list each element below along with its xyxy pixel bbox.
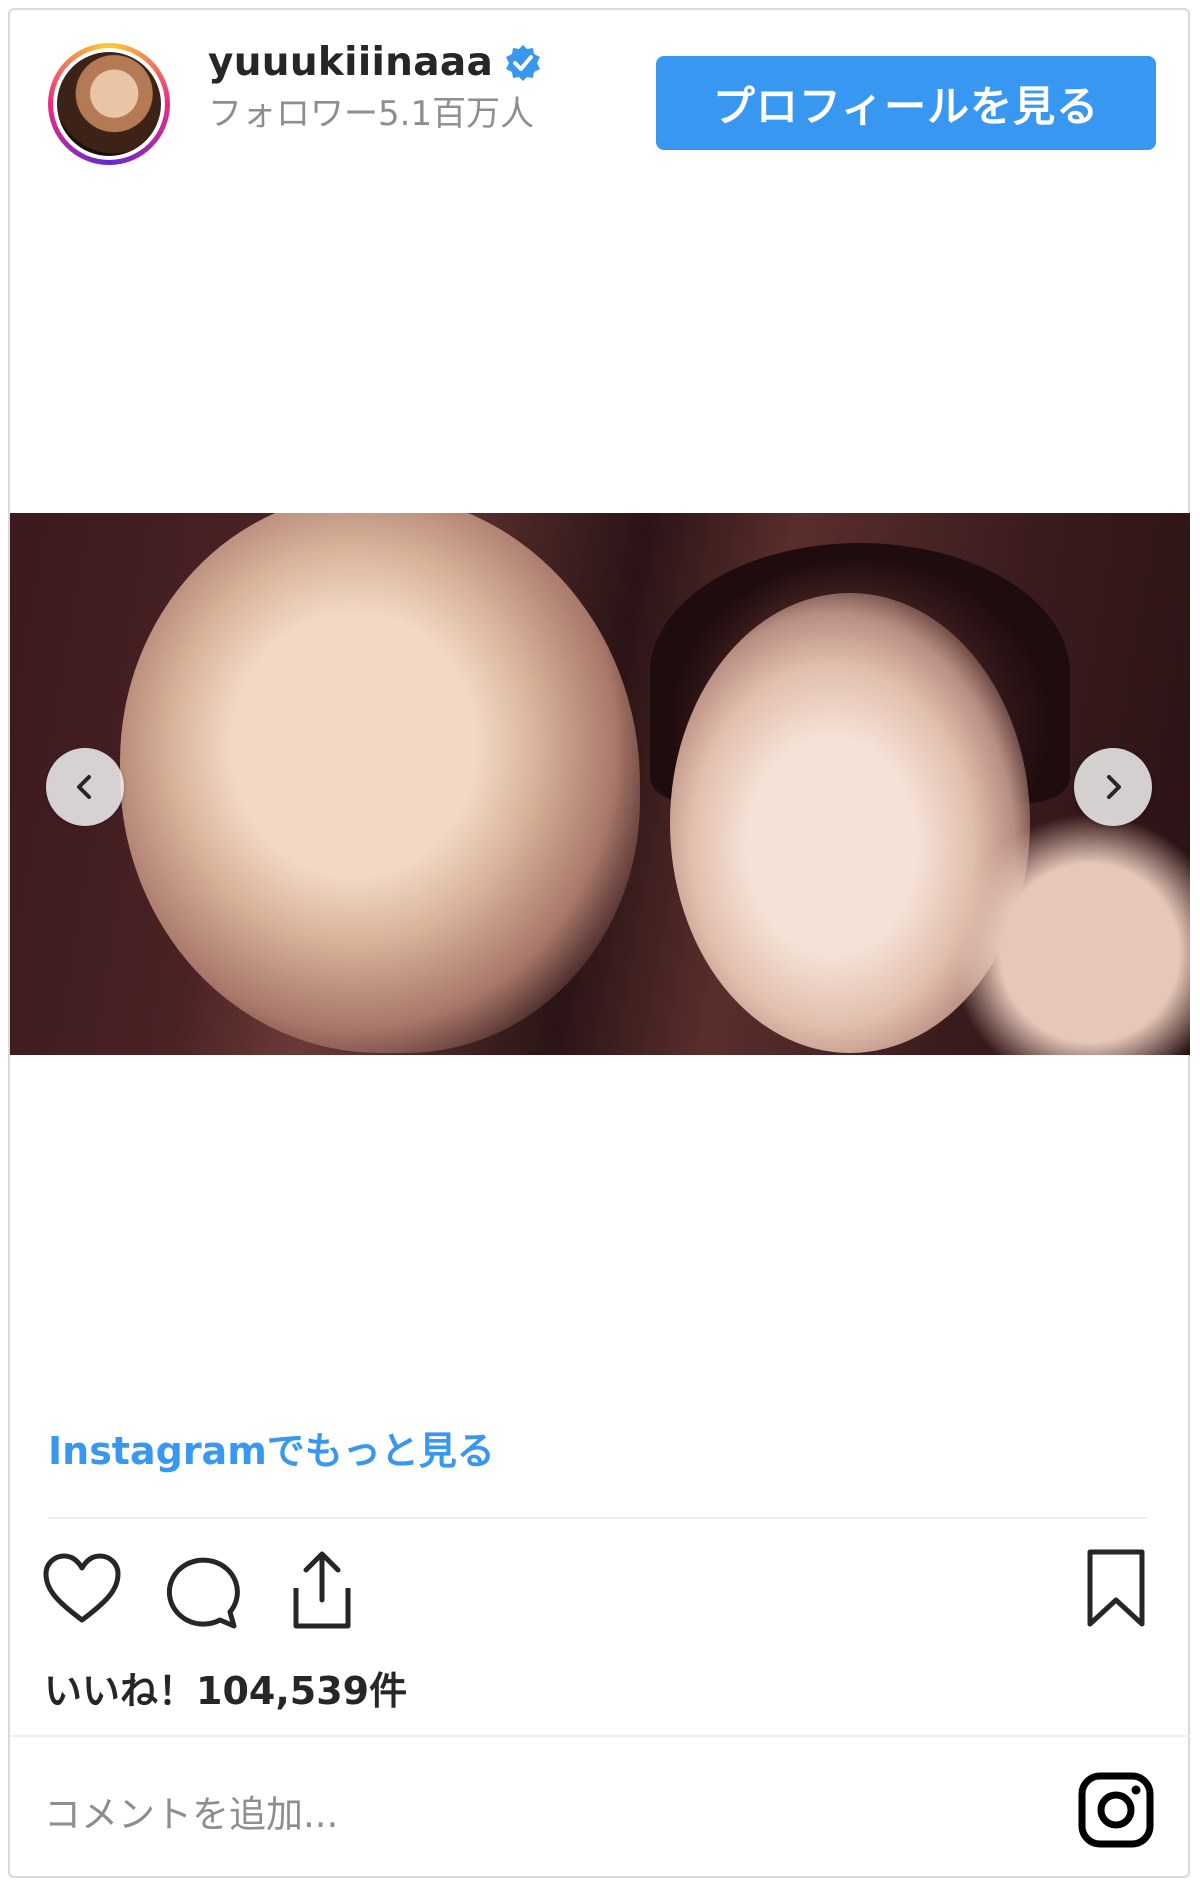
- view-more-on-instagram-link[interactable]: Instagramでもっと見る: [48, 1420, 495, 1475]
- instagram-logo-icon[interactable]: [1076, 1770, 1156, 1850]
- divider: [10, 1735, 1190, 1737]
- post-photo[interactable]: [10, 513, 1190, 1055]
- follower-count: フォロワー5.1百万人: [208, 94, 535, 134]
- divider: [48, 1517, 1148, 1519]
- heart-icon[interactable]: [42, 1552, 122, 1626]
- chevron-right-icon: [1107, 775, 1121, 799]
- next-image-button[interactable]: [1074, 748, 1152, 826]
- avatar-image: [57, 52, 161, 156]
- view-profile-button[interactable]: プロフィールを見る: [656, 56, 1156, 150]
- username-link[interactable]: yuuukiiinaaa: [208, 40, 493, 85]
- add-comment-field[interactable]: コメントを追加...: [44, 1784, 338, 1838]
- photo-person-left: [120, 513, 640, 1053]
- avatar-border: [53, 48, 165, 160]
- comment-icon[interactable]: [162, 1552, 240, 1630]
- chevron-left-icon: [77, 775, 91, 799]
- bookmark-icon[interactable]: [1084, 1548, 1148, 1628]
- like-count: いいね！104,539件: [44, 1669, 408, 1713]
- previous-image-button[interactable]: [46, 748, 124, 826]
- avatar[interactable]: [48, 43, 170, 165]
- verified-badge-icon: [506, 44, 541, 81]
- username-row: yuuukiiinaaa: [208, 40, 543, 85]
- share-icon[interactable]: [282, 1548, 362, 1632]
